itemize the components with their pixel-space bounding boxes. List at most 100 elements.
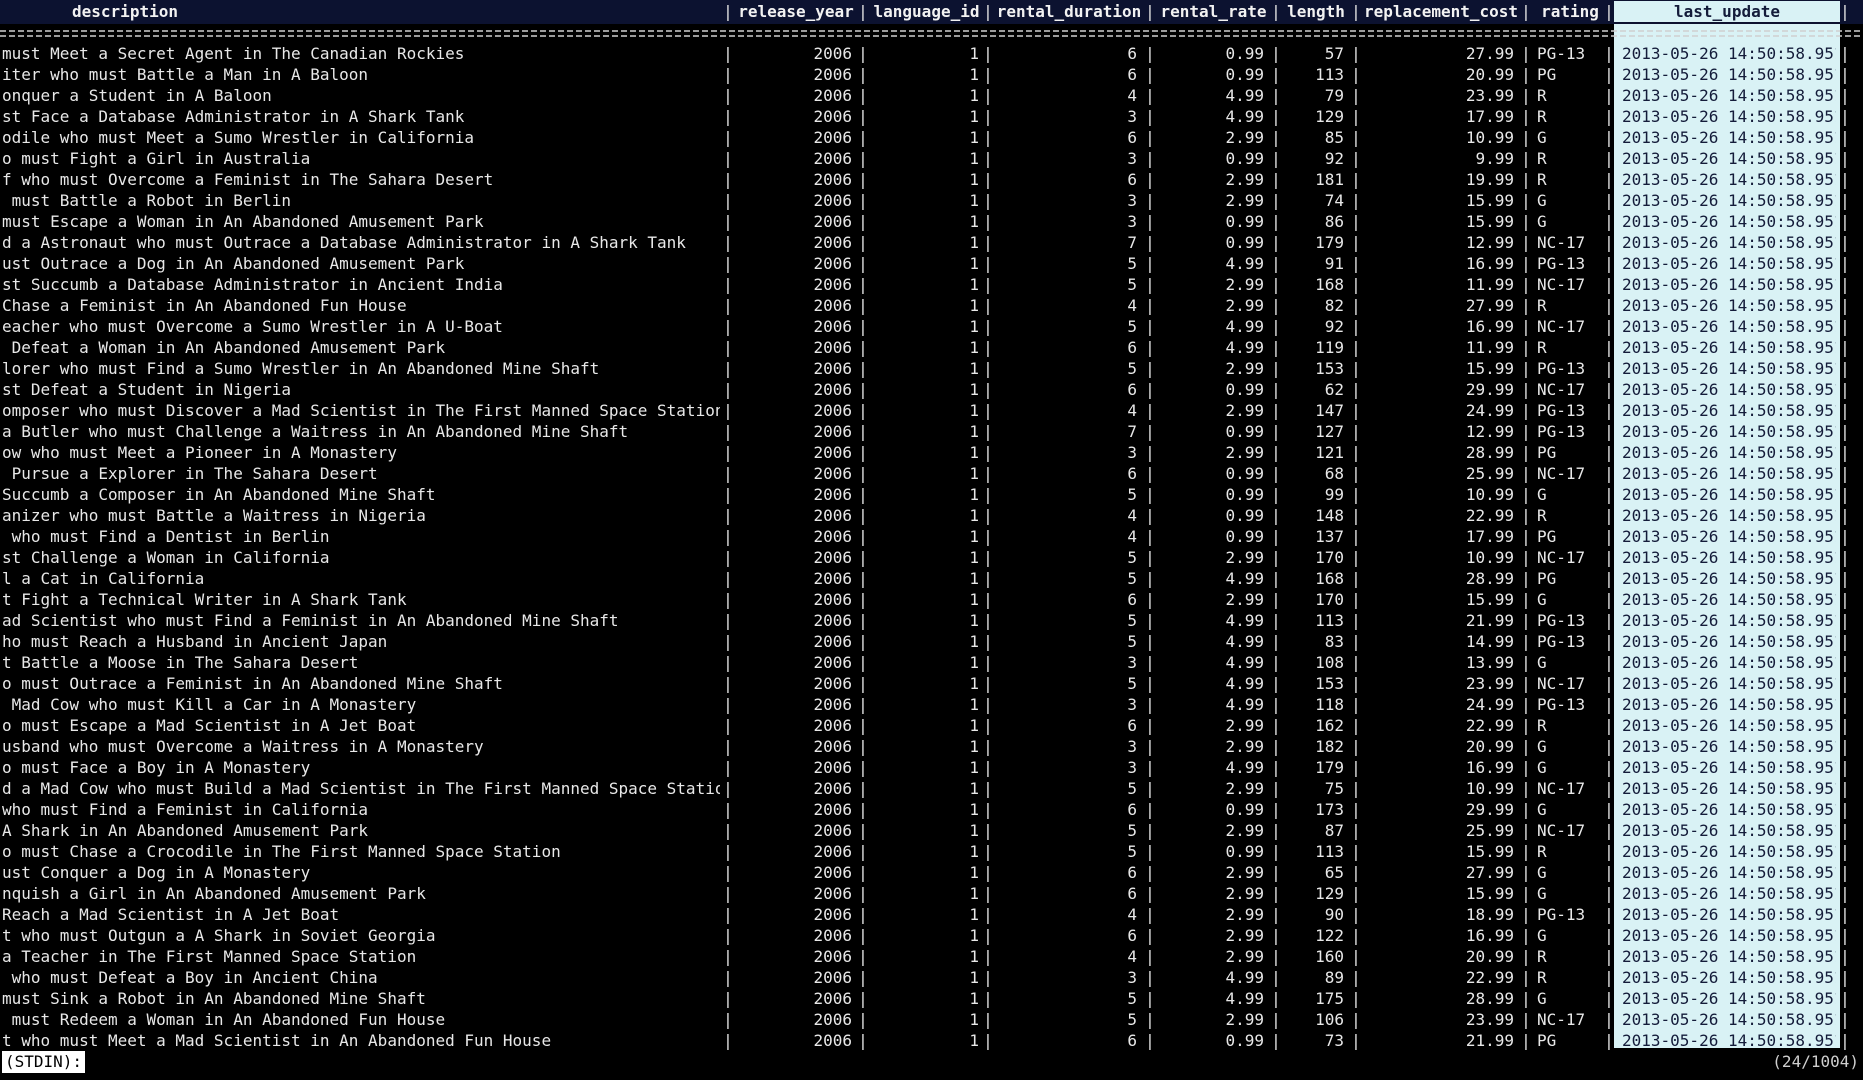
table-row[interactable]: o must Face a Boy in A Monastery 2006 1 3 4.… [0, 757, 1863, 778]
table-row[interactable]: o must Fight a Girl in Australia 2006 1 3 0.… [0, 148, 1863, 169]
table-row[interactable]: ust Outrace a Dog in An Abandoned Amusem… [0, 253, 1863, 274]
column-separator: | [1840, 86, 1850, 105]
table-row[interactable]: d a Astronaut who must Outrace a Databas… [0, 232, 1863, 253]
table-row[interactable]: f who must Overcome a Feminist in The Sa… [0, 169, 1863, 190]
row-position-indicator: (24/1004) [1772, 1052, 1859, 1071]
column-separator: | [983, 905, 993, 924]
table-row[interactable]: o must Outrace a Feminist in An Abandone… [0, 673, 1863, 694]
cell-description: odile who must Meet a Sumo Wrestler in C… [2, 128, 475, 147]
table-row[interactable]: a Butler who must Challenge a Waitress i… [0, 421, 1863, 442]
table-row[interactable]: st Challenge a Woman in California 2006 1 5… [0, 547, 1863, 568]
table-row[interactable]: t Fight a Technical Writer in A Shark Ta… [0, 589, 1863, 610]
cell-rental-rate: 2.99 [1225, 905, 1264, 924]
table-row[interactable]: who must Find a Feminist in California 20… [0, 799, 1863, 820]
table-row[interactable]: who must Find a Dentist in Berlin 2006 1 4 0… [0, 526, 1863, 547]
column-separator: | [1604, 506, 1614, 525]
column-separator: | [1351, 590, 1361, 609]
table-row[interactable]: st Succumb a Database Administrator in A… [0, 274, 1863, 295]
table-row[interactable]: anizer who must Battle a Waitress in Nig… [0, 505, 1863, 526]
table-row[interactable]: ust Conquer a Dog in A Monastery 2006 1 6 2.… [0, 862, 1863, 883]
table-row[interactable]: must Meet a Secret Agent in The Canadian… [0, 43, 1863, 64]
table-row[interactable]: who must Defeat a Boy in Ancient China 20… [0, 967, 1863, 988]
col-header-rental-rate[interactable]: rental_rate [1156, 1, 1271, 22]
table-row[interactable]: Succumb a Composer in An Abandoned Mine … [0, 484, 1863, 505]
cell-description: t Fight a Technical Writer in A Shark Ta… [2, 590, 407, 609]
table-row[interactable]: Defeat a Woman in An Abandoned Amusement… [0, 337, 1863, 358]
table-row[interactable]: Mad Cow who must Kill a Car in A Monaste… [0, 694, 1863, 715]
table-row[interactable]: a Teacher in The First Manned Space Stat… [0, 946, 1863, 967]
cell-replacement-cost: 20.99 [1465, 65, 1514, 84]
cell-release-year: 2006 [813, 884, 852, 903]
table-row[interactable]: Pursue a Explorer in The Sahara Desert 20… [0, 463, 1863, 484]
column-separator: | [723, 674, 733, 693]
table-row[interactable]: lorer who must Find a Sumo Wrestler in A… [0, 358, 1863, 379]
table-row[interactable]: Chase a Feminist in An Abandoned Fun Hou… [0, 295, 1863, 316]
column-separator: | [1604, 863, 1614, 882]
cell-rental-duration: 3 [1127, 149, 1137, 168]
table-row[interactable]: l a Cat in California 2006 1 5 4.99 168 28.99 P… [0, 568, 1863, 589]
column-separator: | [1351, 653, 1361, 672]
stdin-prompt[interactable]: (STDIN): [2, 1051, 86, 1073]
cell-length: 121 [1315, 443, 1344, 462]
cell-rating: PG-13 [1537, 695, 1586, 714]
table-row[interactable]: nquish a Girl in An Abandoned Amusement … [0, 883, 1863, 904]
cell-language-id: 1 [969, 44, 979, 63]
table-row[interactable]: st Face a Database Administrator in A Sh… [0, 106, 1863, 127]
col-header-language-id[interactable]: language_id [869, 1, 984, 22]
column-separator: | [1604, 800, 1614, 819]
cell-rating: PG-13 [1537, 359, 1586, 378]
table-row[interactable]: d a Mad Cow who must Build a Mad Scienti… [0, 778, 1863, 799]
column-separator: | [1271, 86, 1281, 105]
col-header-length[interactable]: length [1282, 1, 1350, 22]
col-header-release-year[interactable]: release_year [734, 1, 858, 22]
table-row[interactable]: odile who must Meet a Sumo Wrestler in C… [0, 127, 1863, 148]
cell-replacement-cost: 23.99 [1465, 674, 1514, 693]
table-row[interactable]: must Redeem a Woman in An Abandoned Fun … [0, 1009, 1863, 1030]
cell-release-year: 2006 [813, 1031, 852, 1050]
table-row[interactable]: t Battle a Moose in The Sahara Desert 200… [0, 652, 1863, 673]
col-header-last-update[interactable]: last_update [1614, 1, 1840, 22]
table-row[interactable]: iter who must Battle a Man in A Baloon 20… [0, 64, 1863, 85]
table-row[interactable]: A Shark in An Abandoned Amusement Park 20… [0, 820, 1863, 841]
column-separator: | [858, 149, 868, 168]
table-row[interactable]: t who must Outgun a A Shark in Soviet Ge… [0, 925, 1863, 946]
cell-description: eacher who must Overcome a Sumo Wrestler… [2, 317, 503, 336]
column-separator: | [983, 947, 993, 966]
column-separator: | [723, 191, 733, 210]
col-header-rental-duration[interactable]: rental_duration [994, 1, 1144, 22]
column-separator: | [1604, 737, 1614, 756]
column-separator: | [1351, 779, 1361, 798]
table-row[interactable]: must Escape a Woman in An Abandoned Amus… [0, 211, 1863, 232]
column-separator: | [1604, 653, 1614, 672]
table-row[interactable]: must Battle a Robot in Berlin 2006 1 3 2.99 7… [0, 190, 1863, 211]
table-row[interactable]: ad Scientist who must Find a Feminist in… [0, 610, 1863, 631]
table-row[interactable]: st Defeat a Student in Nigeria 2006 1 6 0.99… [0, 379, 1863, 400]
cell-length: 129 [1315, 884, 1344, 903]
column-separator: | [1271, 233, 1281, 252]
table-row[interactable]: eacher who must Overcome a Sumo Wrestler… [0, 316, 1863, 337]
table-row[interactable]: omposer who must Discover a Mad Scientis… [0, 400, 1863, 421]
column-separator: | [1604, 296, 1614, 315]
cell-rental-duration: 5 [1127, 779, 1137, 798]
table-row[interactable]: Reach a Mad Scientist in A Jet Boat 2006 1… [0, 904, 1863, 925]
column-separator: | [983, 611, 993, 630]
table-row[interactable]: o must Escape a Mad Scientist in A Jet B… [0, 715, 1863, 736]
table-row[interactable]: ow who must Meet a Pioneer in A Monaster… [0, 442, 1863, 463]
table-row[interactable]: onquer a Student in A Baloon 2006 1 4 4.99 79… [0, 85, 1863, 106]
cell-rating: NC-17 [1537, 674, 1586, 693]
cell-rental-rate: 4.99 [1225, 254, 1264, 273]
column-separator: | [1604, 842, 1614, 861]
cell-description: Reach a Mad Scientist in A Jet Boat [2, 905, 340, 924]
table-row[interactable]: ho must Reach a Husband in Ancient Japan… [0, 631, 1863, 652]
column-separator: | [858, 695, 868, 714]
col-header-replacement-cost[interactable]: replacement_cost [1362, 1, 1520, 22]
table-row[interactable]: o must Chase a Crocodile in The First Ma… [0, 841, 1863, 862]
column-separator: | [1145, 212, 1155, 231]
table-row[interactable]: usband who must Overcome a Waitress in A… [0, 736, 1863, 757]
table-row[interactable]: must Sink a Robot in An Abandoned Mine S… [0, 988, 1863, 1009]
col-header-description[interactable]: description [0, 1, 250, 22]
column-separator: | [1145, 65, 1155, 84]
table-row[interactable]: t who must Meet a Mad Scientist in An Ab… [0, 1030, 1863, 1051]
column-separator: | [858, 170, 868, 189]
col-header-rating[interactable]: rating [1532, 1, 1608, 22]
